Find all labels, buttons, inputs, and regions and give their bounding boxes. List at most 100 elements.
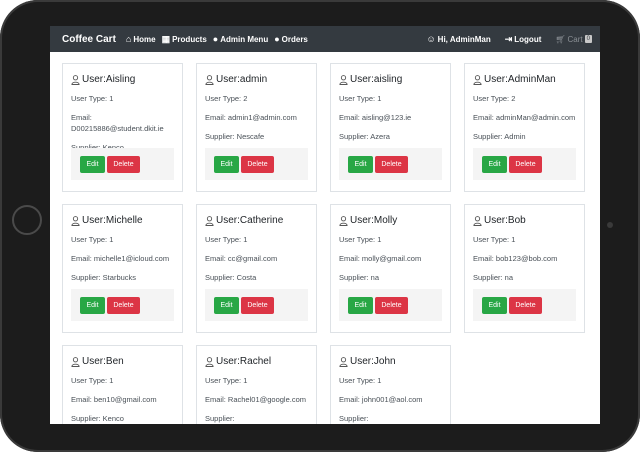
user-card-title: User: Ben <box>71 356 174 367</box>
user-icon <box>71 215 80 226</box>
user-type: User Type: 1 <box>205 376 248 385</box>
user-supplier: Supplier: Costa <box>205 273 257 282</box>
user-type: User Type: 2 <box>205 94 248 103</box>
nav-products[interactable]: ▦ Products <box>162 34 207 45</box>
navbar: Coffee Cart ⌂ Home ▦ Products ● Admin Me… <box>50 26 600 52</box>
edit-button[interactable]: Edit <box>80 155 105 173</box>
user-name: Molly <box>373 215 398 226</box>
user-card-title: User: admin <box>205 74 308 85</box>
nav-orders-label: Orders <box>281 34 308 44</box>
cart-icon: 🛒︎ <box>555 34 566 44</box>
nav-admin-menu[interactable]: ● Admin Menu <box>213 34 268 44</box>
user-card-footer: Edit Delete <box>205 289 308 321</box>
user-email: Email: ben10@gmail.com <box>71 395 157 404</box>
edit-button[interactable]: Edit <box>80 296 105 314</box>
user-card-title: User: aisling <box>339 74 442 85</box>
user-type: User Type: 1 <box>71 235 114 244</box>
user-icon <box>205 356 214 367</box>
nav-orders[interactable]: ● Orders <box>274 34 308 44</box>
user-card-title: User: Catherine <box>205 215 308 226</box>
user-card: User: Bob User Type: 1 Email: bob123@bob… <box>464 204 585 333</box>
user-email: Email: aisling@123.ie <box>339 113 412 122</box>
user-icon <box>473 215 482 226</box>
nav-cart[interactable]: 🛒︎ Cart 0 <box>555 35 592 44</box>
logout-icon: ⇥ <box>504 33 513 44</box>
tablet-frame: Coffee Cart ⌂ Home ▦ Products ● Admin Me… <box>0 0 640 452</box>
user-email: Email: bob123@bob.com <box>473 254 558 263</box>
user-prefix: User: <box>216 74 240 85</box>
user-type: User Type: 1 <box>339 94 382 103</box>
user-name: Rachel <box>239 356 272 367</box>
user-supplier: Supplier: <box>339 414 369 423</box>
delete-button[interactable]: Delete <box>241 296 274 314</box>
user-card-footer: Edit Delete <box>473 148 576 180</box>
user-name: Ben <box>105 356 124 367</box>
user-type: User Type: 1 <box>71 376 114 385</box>
user-supplier: Supplier: <box>205 414 235 423</box>
user-supplier: Supplier: Nescafe <box>205 132 265 141</box>
nav-home-label: Home <box>133 34 156 44</box>
user-card-footer: Edit Delete <box>339 148 442 180</box>
tablet-camera <box>607 222 613 228</box>
user-card-footer: Edit Delete <box>339 289 442 321</box>
user-card-footer: Edit Delete <box>205 148 308 180</box>
user-icon <box>339 356 348 367</box>
user-icon <box>205 215 214 226</box>
delete-button[interactable]: Delete <box>509 155 542 173</box>
edit-button[interactable]: Edit <box>482 155 507 173</box>
user-icon <box>339 74 348 85</box>
user-supplier: Supplier: Azera <box>339 132 390 141</box>
nav-greeting[interactable]: ☺ Hi, AdminMan <box>426 34 490 44</box>
user-card: User: Rachel User Type: 1 Email: Rachel0… <box>196 345 317 424</box>
orders-icon: ● <box>274 34 280 44</box>
user-email: Email: michelle1@icloud.com <box>71 254 170 263</box>
edit-button[interactable]: Edit <box>214 155 239 173</box>
edit-button[interactable]: Edit <box>482 296 507 314</box>
user-card-grid: User: Aisling User Type: 1 Email: D00215… <box>62 63 597 424</box>
user-card-title: User: Aisling <box>71 74 174 85</box>
user-prefix: User: <box>82 74 106 85</box>
delete-button[interactable]: Delete <box>241 155 274 173</box>
user-email: Email: D00215886@student.dkit.ie <box>71 113 164 133</box>
user-supplier: Supplier: na <box>339 273 380 282</box>
user-prefix: User: <box>350 74 374 85</box>
nav-logout[interactable]: ⇥ Logout <box>505 34 542 45</box>
tablet-home-button <box>12 205 42 235</box>
user-icon: ☺ <box>426 34 436 44</box>
user-card-footer: Edit Delete <box>71 289 174 321</box>
delete-button[interactable]: Delete <box>375 296 408 314</box>
user-supplier: Supplier: Starbucks <box>71 273 137 282</box>
navbar-right: ☺ Hi, AdminMan ⇥ Logout 🛒︎ Cart 0 <box>426 34 592 45</box>
user-prefix: User: <box>82 356 106 367</box>
delete-button[interactable]: Delete <box>509 296 542 314</box>
user-email: Email: admin1@admin.com <box>205 113 297 122</box>
nav-admin-menu-label: Admin Menu <box>220 34 269 44</box>
products-icon: ▦ <box>161 33 171 44</box>
delete-button[interactable]: Delete <box>107 296 140 314</box>
user-card: User: Ben User Type: 1 Email: ben10@gmai… <box>62 345 183 424</box>
user-email: Email: molly@gmail.com <box>339 254 422 263</box>
user-icon <box>71 356 80 367</box>
user-type: User Type: 1 <box>339 376 382 385</box>
edit-button[interactable]: Edit <box>214 296 239 314</box>
screen: Coffee Cart ⌂ Home ▦ Products ● Admin Me… <box>50 26 600 424</box>
cart-count-badge: 0 <box>584 35 592 43</box>
user-name: AdminMan <box>507 74 556 85</box>
user-card-title: User: Molly <box>339 215 442 226</box>
user-email: Email: john001@aol.com <box>339 395 423 404</box>
delete-button[interactable]: Delete <box>107 155 140 173</box>
user-card-title: User: Rachel <box>205 356 308 367</box>
nav-products-label: Products <box>172 34 207 44</box>
nav-logout-label: Logout <box>514 34 542 44</box>
user-name: Michelle <box>105 215 143 226</box>
user-supplier: Supplier: na <box>473 273 514 282</box>
brand-link[interactable]: Coffee Cart <box>62 34 116 45</box>
nav-home[interactable]: ⌂ Home <box>126 34 156 44</box>
delete-button[interactable]: Delete <box>375 155 408 173</box>
user-icon <box>473 74 482 85</box>
user-icon <box>339 215 348 226</box>
edit-button[interactable]: Edit <box>348 296 373 314</box>
user-prefix: User: <box>350 356 374 367</box>
edit-button[interactable]: Edit <box>348 155 373 173</box>
user-card: User: admin User Type: 2 Email: admin1@a… <box>196 63 317 192</box>
